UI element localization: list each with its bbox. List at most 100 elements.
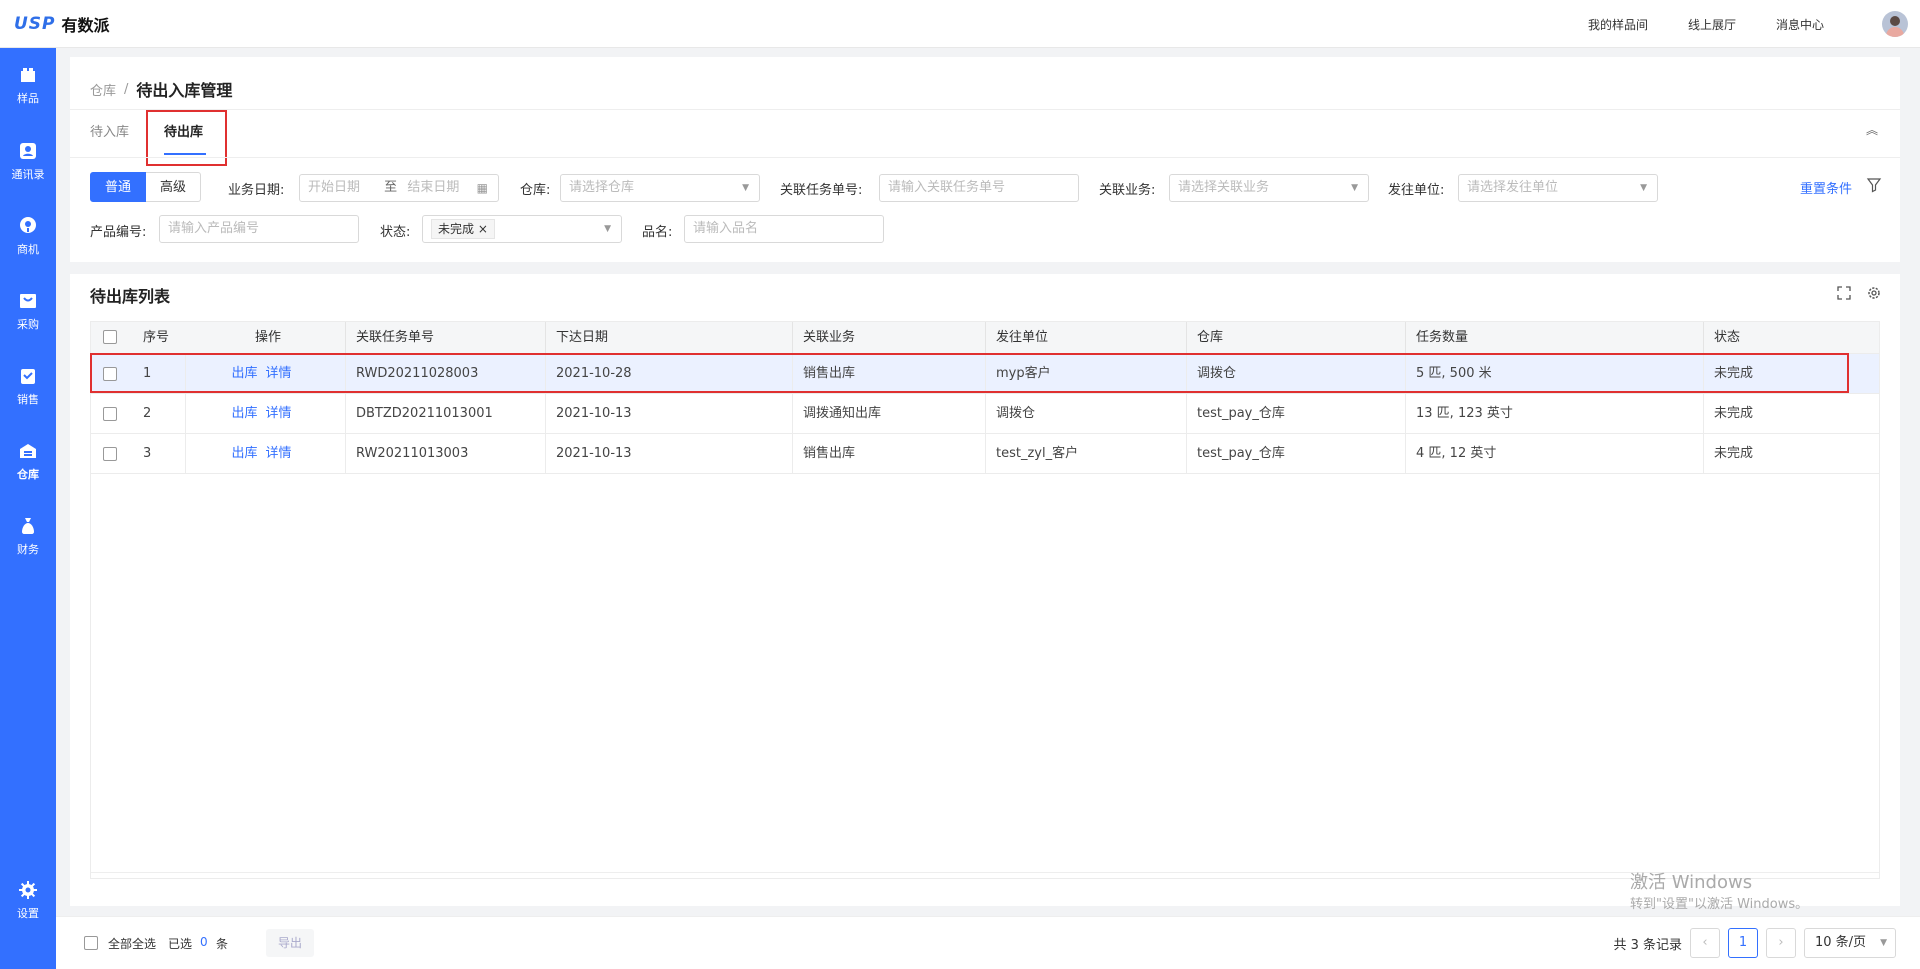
date-to-label: 至 bbox=[384, 180, 398, 195]
cell-task-no: RW20211013003 bbox=[345, 434, 468, 474]
sidebar-item-label: 样品 bbox=[17, 92, 39, 105]
date-range-picker[interactable]: 开始日期 至 结束日期 ▦ bbox=[299, 174, 499, 202]
moneybag-icon bbox=[22, 518, 34, 534]
selected-count: 0 bbox=[200, 935, 208, 949]
row-checkbox[interactable] bbox=[103, 407, 117, 421]
cell-index: 3 bbox=[143, 446, 152, 461]
mode-advanced-button[interactable]: 高级 bbox=[146, 172, 202, 202]
selected-suffix: 条 bbox=[216, 937, 229, 951]
sidebar-item-finance[interactable]: 财务 bbox=[0, 516, 56, 557]
detail-link[interactable]: 详情 bbox=[266, 406, 292, 421]
warehouse-label: 仓库: bbox=[520, 183, 551, 198]
col-qty: 任务数量 bbox=[1405, 322, 1468, 354]
cell-qty: 4 匹, 12 英寸 bbox=[1405, 434, 1496, 474]
cart-icon bbox=[20, 294, 36, 308]
close-icon[interactable]: × bbox=[478, 222, 488, 236]
link-my-sample-room[interactable]: 我的样品间 bbox=[1588, 16, 1648, 33]
next-page-button[interactable]: › bbox=[1766, 928, 1796, 958]
col-warehouse: 仓库 bbox=[1186, 322, 1223, 354]
filter-icon[interactable] bbox=[1866, 177, 1882, 193]
export-button[interactable]: 导出 bbox=[266, 929, 315, 957]
select-all-checkbox[interactable] bbox=[103, 330, 117, 344]
biz-placeholder: 请选择关联业务 bbox=[1178, 180, 1270, 195]
outbound-link[interactable]: 出库 bbox=[231, 406, 257, 421]
sidebar-item-samples[interactable]: 样品 bbox=[0, 65, 56, 106]
date-end-input[interactable]: 结束日期 bbox=[407, 180, 459, 195]
page-number[interactable]: 1 bbox=[1728, 928, 1758, 958]
col-index: 序号 bbox=[143, 330, 170, 345]
cell-date: 2021-10-13 bbox=[545, 394, 632, 434]
chevron-down-icon: ▼ bbox=[604, 224, 611, 234]
section-gap bbox=[70, 262, 1900, 274]
selected-prefix: 已选 bbox=[168, 937, 193, 951]
task-no-label: 关联任务单号: bbox=[780, 183, 863, 198]
cell-index: 2 bbox=[143, 406, 152, 421]
row-checkbox[interactable] bbox=[103, 447, 117, 461]
cell-dest: test_zyl_客户 bbox=[985, 434, 1078, 474]
col-actions: 操作 bbox=[254, 330, 281, 345]
status-select[interactable]: 未完成 × ▼ bbox=[422, 215, 622, 243]
sidebar-item-settings[interactable]: 设置 bbox=[0, 880, 56, 921]
biz-select[interactable]: 请选择关联业务 ▼ bbox=[1169, 174, 1369, 202]
logo[interactable]: USP 有数派 bbox=[14, 12, 110, 36]
page-size-select[interactable]: 10 条/页 ▼ bbox=[1804, 928, 1896, 958]
watermark-line2: 转到"设置"以激活 Windows。 bbox=[1630, 897, 1809, 912]
dest-select[interactable]: 请选择发往单位 ▼ bbox=[1458, 174, 1658, 202]
sidebar-item-label: 设置 bbox=[17, 907, 39, 920]
product-no-input[interactable]: 请输入产品编号 bbox=[159, 215, 359, 243]
logo-mark: USP bbox=[14, 13, 56, 34]
name-placeholder: 请输入品名 bbox=[693, 221, 759, 236]
windows-activation-watermark: 激活 Windows 转到"设置"以激活 Windows。 bbox=[1630, 872, 1808, 916]
sidebar-item-opportunities[interactable]: 商机 bbox=[0, 216, 56, 257]
logo-text: 有数派 bbox=[61, 15, 110, 35]
horizontal-scrollbar[interactable] bbox=[91, 872, 1879, 878]
warehouse-select[interactable]: 请选择仓库 ▼ bbox=[560, 174, 760, 202]
sidebar-item-label: 财务 bbox=[17, 543, 39, 556]
tab-pending-inbound[interactable]: 待入库 bbox=[90, 121, 129, 140]
link-online-showroom[interactable]: 线上展厅 bbox=[1688, 16, 1736, 33]
prev-page-button[interactable]: ‹ bbox=[1690, 928, 1720, 958]
watermark-line1: 激活 Windows bbox=[1630, 872, 1753, 893]
collapse-icon[interactable]: ︽ bbox=[1866, 123, 1880, 137]
fullscreen-icon[interactable] bbox=[1836, 285, 1852, 301]
date-start-input[interactable]: 开始日期 bbox=[308, 180, 360, 195]
pagination: 共 3 条记录 ‹ 1 › 10 条/页 ▼ bbox=[1613, 928, 1896, 958]
chevron-down-icon: ▼ bbox=[1351, 183, 1358, 193]
avatar[interactable] bbox=[1882, 11, 1908, 37]
col-dest: 发往单位 bbox=[985, 322, 1048, 354]
reset-filters-button[interactable]: 重置条件 bbox=[1800, 178, 1852, 197]
name-input[interactable]: 请输入品名 bbox=[684, 215, 884, 243]
cell-warehouse: test_pay_仓库 bbox=[1186, 394, 1285, 434]
cell-actions: 出库 详情 bbox=[185, 394, 345, 434]
table-row[interactable]: 3 出库 详情 RW20211013003 2021-10-13 销售出库 tes… bbox=[91, 434, 1879, 474]
page-size-label: 10 条/页 bbox=[1815, 935, 1867, 950]
sidebar-item-warehouse[interactable]: 仓库 bbox=[0, 441, 56, 482]
location-pin-icon bbox=[20, 217, 36, 233]
cell-status: 未完成 bbox=[1703, 434, 1753, 474]
date-label: 业务日期: bbox=[228, 183, 285, 198]
link-message-center[interactable]: 消息中心 bbox=[1776, 16, 1824, 33]
status-label: 状态: bbox=[380, 225, 411, 240]
list-title: 待出库列表 bbox=[90, 287, 171, 306]
sidebar-item-contacts[interactable]: 通讯录 bbox=[0, 141, 56, 182]
box-icon bbox=[21, 68, 35, 82]
task-no-input[interactable]: 请输入关联任务单号 bbox=[879, 174, 1079, 202]
dest-label: 发往单位: bbox=[1388, 183, 1445, 198]
table-row[interactable]: 2 出库 详情 DBTZD20211013001 2021-10-13 调拨通知出… bbox=[91, 394, 1879, 434]
cell-biz: 销售出库 bbox=[792, 434, 855, 474]
highlight-box-row bbox=[90, 353, 1849, 393]
warehouse-placeholder: 请选择仓库 bbox=[569, 180, 635, 195]
outbound-link[interactable]: 出库 bbox=[231, 446, 257, 461]
col-task-no: 关联任务单号 bbox=[345, 322, 434, 354]
settings-icon[interactable] bbox=[1866, 285, 1882, 301]
sidebar-item-label: 商机 bbox=[17, 243, 39, 256]
sidebar-item-sales[interactable]: 销售 bbox=[0, 366, 56, 407]
sidebar-item-purchase[interactable]: 采购 bbox=[0, 291, 56, 332]
detail-link[interactable]: 详情 bbox=[266, 446, 292, 461]
breadcrumb-parent[interactable]: 仓库 bbox=[90, 80, 116, 99]
status-tag-label: 未完成 bbox=[438, 222, 475, 236]
sales-icon bbox=[21, 369, 35, 384]
select-all-pages-checkbox[interactable] bbox=[84, 936, 98, 950]
mode-normal-button[interactable]: 普通 bbox=[90, 172, 147, 202]
col-status: 状态 bbox=[1703, 322, 1740, 354]
